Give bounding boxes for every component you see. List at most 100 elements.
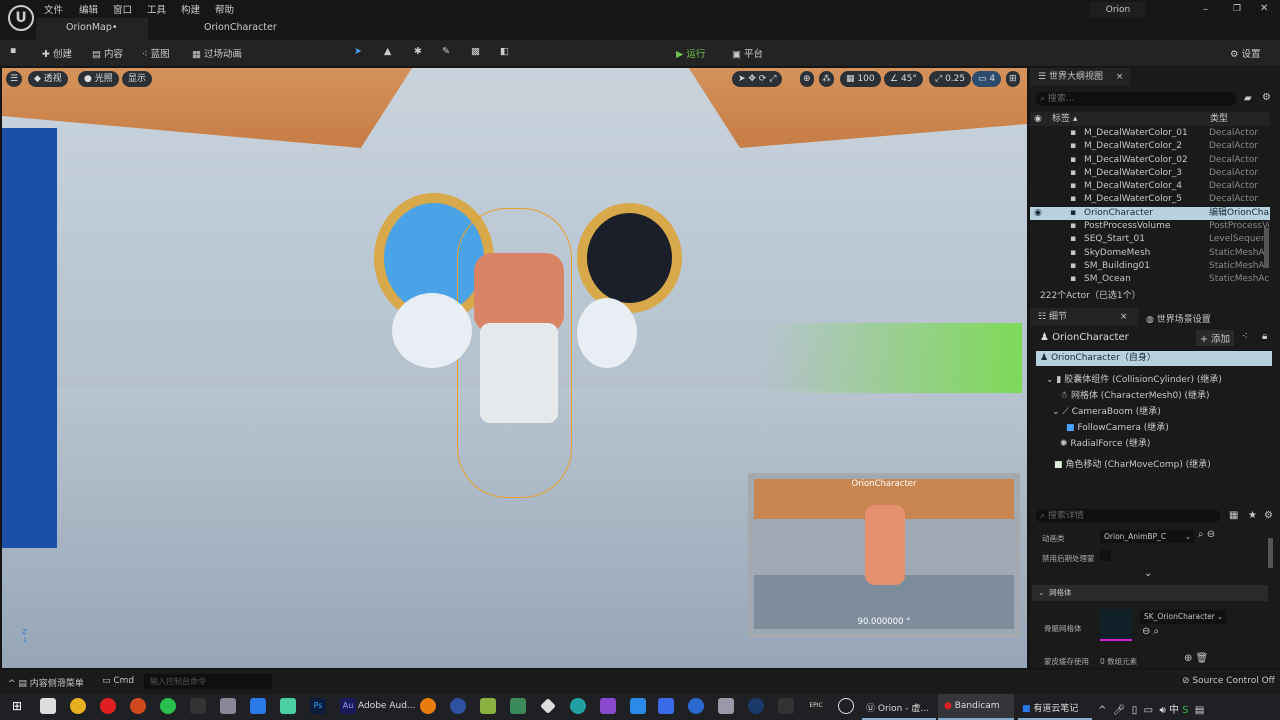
details-settings-icon[interactable]: ⚙: [1264, 510, 1273, 521]
outliner-row[interactable]: ▪ M_DecalWaterColor_4 DecalActor: [1030, 180, 1270, 193]
menu-window[interactable]: 窗口: [113, 2, 132, 16]
add-component-button[interactable]: + 添加: [1196, 330, 1234, 346]
paint-mode-icon[interactable]: ✎: [442, 46, 450, 57]
youdao-taskbar-button[interactable]: ■ 有道云笔记: [1018, 694, 1092, 720]
outliner-row[interactable]: ▪ M_DecalWaterColor_2 DecalActor: [1030, 140, 1270, 153]
component-cameraboom[interactable]: ⌄ ⟋ CameraBoom (继承): [1052, 406, 1161, 419]
blender-icon[interactable]: [420, 698, 436, 714]
unreal-taskbar-button[interactable]: Ⓤ Orion - 虚...: [862, 694, 936, 720]
powerpoint-icon[interactable]: [130, 698, 146, 714]
scale-snap[interactable]: ⤢ 0.25: [929, 71, 972, 87]
surface-snap-icon[interactable]: ⁂: [819, 71, 834, 87]
camera-speed[interactable]: ▭ 4: [972, 71, 1002, 87]
close-tab-icon[interactable]: ×: [1116, 72, 1124, 82]
menu-edit[interactable]: 编辑: [79, 2, 98, 16]
create-button[interactable]: ✚ 创建: [42, 46, 72, 60]
component-capsule[interactable]: ⌄ ▮ 胶囊体组件 (CollisionCylinder) (继承): [1046, 374, 1222, 387]
app-brush-icon[interactable]: [510, 698, 526, 714]
table-view-icon[interactable]: ▦: [1229, 510, 1238, 521]
platform-button[interactable]: ▣ 平台: [732, 46, 763, 60]
outliner-settings-icon[interactable]: ⚙: [1262, 92, 1271, 103]
zbrush-icon[interactable]: [40, 698, 56, 714]
cloud-app-icon[interactable]: [658, 698, 674, 714]
app-shield-icon[interactable]: [480, 698, 496, 714]
cinema4d-icon[interactable]: [450, 698, 466, 714]
visibility-icon[interactable]: ◉: [1034, 207, 1042, 220]
outliner-row[interactable]: ▪ M_DecalWaterColor_3 DecalActor: [1030, 167, 1270, 180]
chrome-icon[interactable]: [70, 698, 86, 714]
camera-icon[interactable]: [220, 698, 236, 714]
source-control-button[interactable]: ⊘ Source Control Off: [1182, 676, 1275, 686]
windows-start-icon[interactable]: ⊞: [12, 699, 22, 713]
netease-music-icon[interactable]: [100, 698, 116, 714]
vscode-icon[interactable]: [630, 698, 646, 714]
favorites-icon[interactable]: ★: [1248, 510, 1257, 521]
modeling-mode-icon[interactable]: ◧: [500, 46, 509, 57]
tab-outliner[interactable]: ☰ 世界大纲视图 ×: [1030, 68, 1130, 86]
content-drawer-button[interactable]: ^ ▤ 内容侧滑菜单: [8, 676, 84, 689]
blueprint-icon[interactable]: ⁖: [1242, 331, 1248, 342]
lock-icon[interactable]: 🔒︎: [1262, 331, 1267, 342]
play-button[interactable]: ▶ 运行: [676, 46, 705, 60]
add-element-icon[interactable]: ⊕ 🗑︎: [1184, 653, 1208, 664]
word-icon[interactable]: [688, 698, 704, 714]
landscape-mode-icon[interactable]: ▲: [384, 46, 391, 57]
lighting-button[interactable]: ● 光照: [78, 71, 119, 87]
foliage-mode-icon[interactable]: ✱: [414, 46, 422, 57]
viewport-menu-icon[interactable]: ☰: [6, 71, 23, 87]
transform-tools[interactable]: ➤ ✥ ⟳ ⤢: [732, 71, 783, 87]
audition-label[interactable]: Adobe Aud...: [358, 701, 416, 711]
menu-tools[interactable]: 工具: [147, 2, 166, 16]
component-mesh[interactable]: ☃ 网格体 (CharacterMesh0) (继承): [1060, 390, 1210, 403]
menu-build[interactable]: 构建: [181, 2, 200, 16]
component-charmove[interactable]: ■ 角色移动 (CharMoveComp) (继承): [1054, 459, 1211, 472]
ime-indicator[interactable]: 中: [1169, 705, 1179, 716]
calculator-icon[interactable]: [718, 698, 734, 714]
perspective-button[interactable]: ◆ 透视: [28, 71, 68, 87]
anim-class-dropdown[interactable]: Orion_AnimBP_C ⌄: [1100, 530, 1194, 543]
browse-icon[interactable]: ⌕ ⊖: [1198, 529, 1215, 540]
close-button[interactable]: ✕: [1260, 3, 1268, 14]
select-mode-icon[interactable]: ➤: [354, 46, 362, 57]
terminal-icon[interactable]: [778, 698, 794, 714]
blueprint-button[interactable]: ⁖ 蓝图: [142, 46, 170, 60]
live-icon[interactable]: [190, 698, 206, 714]
bandicam-taskbar-button[interactable]: ● Bandicam: [938, 694, 1014, 720]
world-space-icon[interactable]: ⊕: [800, 71, 814, 87]
outliner-row[interactable]: ◉ ▪ OrionCharacter 编辑OrionChar: [1030, 206, 1270, 221]
tab-orioncharacter[interactable]: OrionCharacter: [190, 18, 291, 40]
minimize-button[interactable]: –: [1203, 4, 1208, 15]
content-button[interactable]: ▤ 内容: [92, 46, 123, 60]
outliner-row[interactable]: ▪ SEQ_Start_01 LevelSequence: [1030, 233, 1270, 246]
details-scrollbar[interactable]: [1268, 538, 1273, 568]
system-tray[interactable]: ^ 🎤︎ ▯ ▭ 🔊︎ 中 S ▤: [1098, 701, 1204, 716]
col-label[interactable]: 标签 ▴: [1052, 112, 1077, 126]
settings-button[interactable]: ⚙ 设置: [1230, 46, 1261, 60]
details-search-input[interactable]: ⌕ 搜索详情: [1036, 509, 1220, 523]
audition-icon[interactable]: Au: [340, 698, 356, 714]
wechat-icon[interactable]: [160, 698, 176, 714]
arduino-icon[interactable]: [570, 698, 586, 714]
outliner-row[interactable]: ▪ SkyDomeMesh StaticMeshAct: [1030, 247, 1270, 260]
tab-world-settings[interactable]: ◍ 世界场景设置: [1146, 312, 1211, 325]
level-viewport[interactable]: ☰ ◆ 透视 ● 光照 显示 ➤ ✥ ⟳ ⤢ ⊕ ⁂ ▦ 100 ∠ 45° ⤢…: [2, 68, 1027, 668]
visual-studio-icon[interactable]: [600, 698, 616, 714]
rotation-snap[interactable]: ∠ 45°: [884, 71, 923, 87]
unreal-icon[interactable]: [838, 698, 854, 714]
app-a-icon[interactable]: [280, 698, 296, 714]
component-self[interactable]: ♟ OrionCharacter（自身）: [1036, 351, 1272, 366]
disable-pp-checkbox[interactable]: [1100, 550, 1111, 561]
viewport-layout-icon[interactable]: ⊞: [1006, 71, 1020, 87]
tab-orionmap[interactable]: OrionMap•: [36, 18, 148, 40]
restore-button[interactable]: ❐: [1233, 4, 1241, 14]
component-followcamera[interactable]: ■ FollowCamera (继承): [1066, 422, 1169, 435]
add-folder-icon[interactable]: ▰: [1244, 93, 1252, 104]
outliner-row[interactable]: ▪ SM_Ocean StaticMeshAct: [1030, 273, 1270, 286]
tab-details[interactable]: ☷ 细节 ×: [1030, 308, 1138, 326]
menu-help[interactable]: 帮助: [215, 2, 234, 16]
menu-file[interactable]: 文件: [44, 2, 63, 16]
outliner-row[interactable]: ▪ M_DecalWaterColor_5 DecalActor: [1030, 193, 1270, 206]
cinematics-button[interactable]: ▦ 过场动画: [192, 46, 242, 60]
show-button[interactable]: 显示: [122, 71, 153, 87]
unreal-logo-icon[interactable]: U: [8, 5, 34, 31]
